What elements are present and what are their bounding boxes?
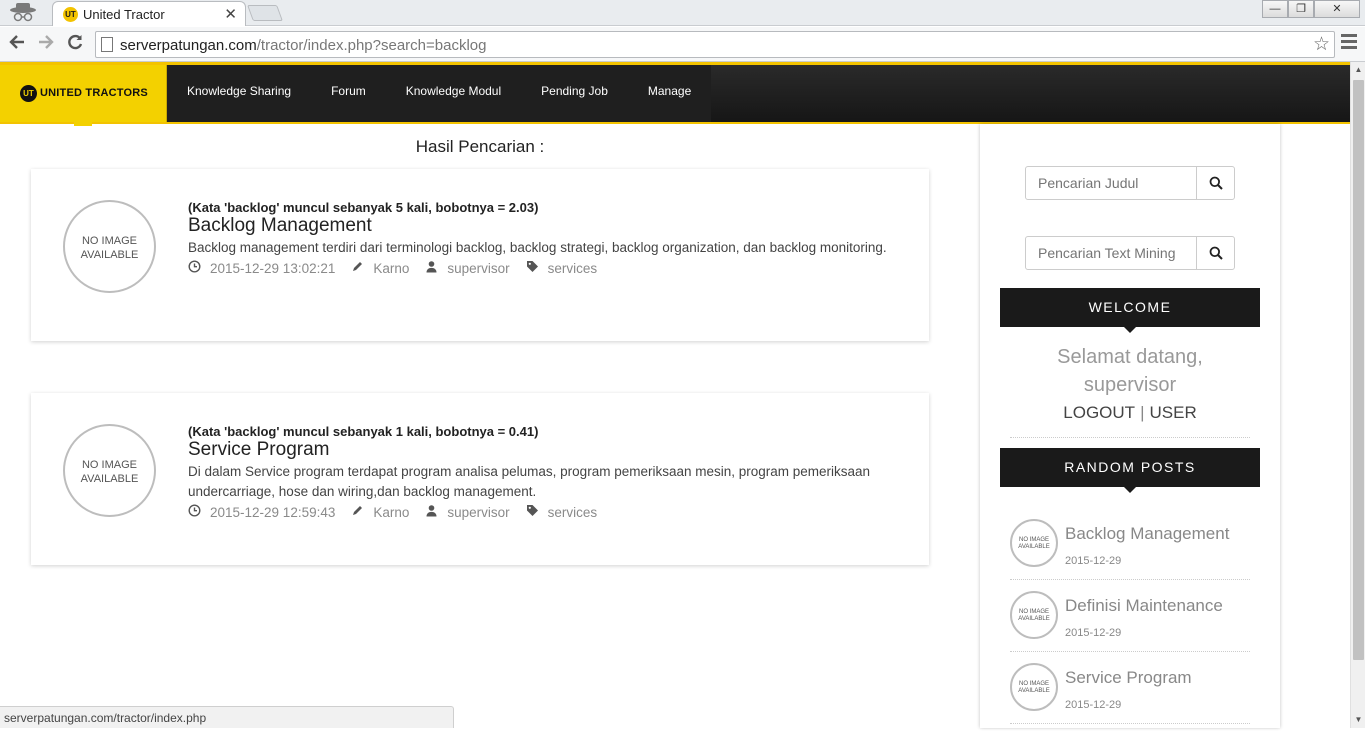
maximize-button[interactable]: ❐ bbox=[1288, 0, 1314, 18]
scroll-up-icon[interactable]: ▲ bbox=[1351, 62, 1365, 78]
no-image-placeholder: NO IMAGE AVAILABLE bbox=[1010, 519, 1058, 567]
nav-item-manage[interactable]: Manage bbox=[628, 65, 711, 122]
search-icon bbox=[1209, 246, 1223, 260]
search-title-box bbox=[1025, 166, 1235, 200]
keyword-weight-note: (Kata 'backlog' muncul sebanyak 1 kali, … bbox=[188, 424, 539, 439]
result-card: NO IMAGE AVAILABLE (Kata 'backlog' muncul… bbox=[31, 169, 929, 341]
result-author: Karno bbox=[373, 504, 410, 520]
incognito-icon bbox=[4, 1, 42, 25]
random-post-title[interactable]: Definisi Maintenance bbox=[1065, 596, 1223, 616]
result-title-link[interactable]: Service Program bbox=[188, 439, 888, 461]
search-text-mining-button[interactable] bbox=[1196, 237, 1234, 269]
scroll-down-icon[interactable]: ▼ bbox=[1351, 712, 1365, 728]
nav-item-knowledge-modul[interactable]: Knowledge Modul bbox=[386, 65, 521, 122]
divider bbox=[1010, 723, 1250, 724]
forward-arrow-icon[interactable] bbox=[35, 33, 57, 55]
result-description: Backlog management terdiri dari terminol… bbox=[188, 240, 887, 255]
result-date: 2015-12-29 12:59:43 bbox=[210, 504, 336, 520]
welcome-widget-title: WELCOME bbox=[1000, 288, 1260, 333]
result-description: Di dalam Service program terdapat progra… bbox=[188, 464, 871, 499]
brand-name: UNITED TRACTORS bbox=[40, 87, 148, 99]
result-category[interactable]: services bbox=[548, 505, 598, 520]
result-category[interactable]: services bbox=[548, 261, 598, 276]
nav-item-forum[interactable]: Forum bbox=[311, 65, 386, 122]
search-icon bbox=[1209, 176, 1223, 190]
no-image-placeholder: NO IMAGE AVAILABLE bbox=[63, 200, 156, 293]
sidebar: WELCOME Selamat datang, supervisor LOGOU… bbox=[980, 124, 1280, 728]
welcome-message: Selamat datang, supervisor bbox=[1057, 346, 1203, 396]
pencil-icon bbox=[351, 260, 364, 276]
scroll-thumb[interactable] bbox=[1353, 80, 1364, 660]
new-tab-button[interactable] bbox=[247, 5, 283, 21]
tag-icon bbox=[526, 504, 539, 520]
random-post-item[interactable]: NO IMAGE AVAILABLE Backlog Management 201… bbox=[1010, 519, 1250, 591]
random-post-date: 2015-12-29 bbox=[1065, 699, 1122, 711]
random-post-title[interactable]: Service Program bbox=[1065, 668, 1192, 688]
logout-link[interactable]: LOGOUT bbox=[1063, 403, 1135, 422]
search-results-heading: Hasil Pencarian : bbox=[415, 137, 545, 156]
browser-tabstrip: UT United Tractor ✕ — ❐ ✕ bbox=[0, 0, 1365, 26]
account-links: LOGOUT | USER bbox=[1063, 403, 1197, 422]
chrome-menu-icon[interactable] bbox=[1341, 34, 1357, 52]
favicon-icon: UT bbox=[63, 7, 78, 22]
random-post-date: 2015-12-29 bbox=[1065, 627, 1122, 639]
search-title-button[interactable] bbox=[1196, 167, 1234, 199]
result-card: NO IMAGE AVAILABLE (Kata 'backlog' muncul… bbox=[31, 393, 929, 565]
user-icon bbox=[425, 504, 438, 520]
address-url[interactable]: serverpatungan.com/tractor/index.php?sea… bbox=[120, 37, 486, 54]
result-role: supervisor bbox=[447, 504, 510, 520]
result-title-link[interactable]: Backlog Management bbox=[188, 215, 888, 237]
divider bbox=[1010, 437, 1250, 438]
site-navbar: UT UNITED TRACTORS Knowledge Sharing For… bbox=[0, 62, 1350, 126]
keyword-weight-note: (Kata 'backlog' muncul sebanyak 5 kali, … bbox=[188, 200, 539, 215]
user-link[interactable]: USER bbox=[1149, 403, 1196, 422]
browser-toolbar: serverpatungan.com/tractor/index.php?sea… bbox=[0, 27, 1365, 62]
tag-icon bbox=[526, 260, 539, 276]
random-post-item[interactable]: NO IMAGE AVAILABLE Definisi Maintenance 2… bbox=[1010, 591, 1250, 663]
random-post-title[interactable]: Backlog Management bbox=[1065, 524, 1229, 544]
result-meta: 2015-12-29 13:02:21 Karno supervisor ser… bbox=[188, 260, 888, 276]
no-image-placeholder: NO IMAGE AVAILABLE bbox=[63, 424, 156, 517]
back-arrow-icon[interactable] bbox=[6, 33, 28, 55]
tab-close-icon[interactable]: ✕ bbox=[224, 5, 237, 23]
nav-menu: Knowledge Sharing Forum Knowledge Modul … bbox=[167, 65, 712, 122]
result-role: supervisor bbox=[447, 260, 510, 276]
tab-title: United Tractor bbox=[83, 7, 165, 22]
no-image-placeholder: NO IMAGE AVAILABLE bbox=[1010, 591, 1058, 639]
random-post-date: 2015-12-29 bbox=[1065, 555, 1122, 567]
close-window-button[interactable]: ✕ bbox=[1314, 0, 1360, 18]
search-text-mining-box bbox=[1025, 236, 1235, 270]
random-post-item[interactable]: NO IMAGE AVAILABLE Service Program 2015-1… bbox=[1010, 663, 1250, 735]
browser-tab[interactable]: UT United Tractor ✕ bbox=[52, 1, 246, 26]
status-bar-url: serverpatungan.com/tractor/index.php bbox=[0, 706, 454, 728]
user-icon bbox=[425, 260, 438, 276]
united-tractors-logo-icon: UT bbox=[20, 85, 37, 102]
result-date: 2015-12-29 13:02:21 bbox=[210, 260, 336, 276]
result-meta: 2015-12-29 12:59:43 Karno supervisor ser… bbox=[188, 504, 888, 520]
reload-icon[interactable] bbox=[64, 33, 86, 55]
search-text-mining-input[interactable] bbox=[1026, 237, 1197, 269]
nav-item-knowledge-sharing[interactable]: Knowledge Sharing bbox=[167, 65, 311, 122]
page-icon bbox=[101, 37, 113, 52]
random-posts-widget-title: RANDOM POSTS bbox=[1000, 448, 1260, 493]
bookmark-star-icon[interactable]: ☆ bbox=[1313, 33, 1330, 56]
clock-icon bbox=[188, 260, 201, 276]
address-bar[interactable]: serverpatungan.com/tractor/index.php?sea… bbox=[95, 31, 1335, 58]
clock-icon bbox=[188, 504, 201, 520]
active-indicator bbox=[74, 122, 92, 126]
search-title-input[interactable] bbox=[1026, 167, 1197, 199]
nav-item-pending-job[interactable]: Pending Job bbox=[521, 65, 628, 122]
divider bbox=[1010, 579, 1250, 580]
no-image-placeholder: NO IMAGE AVAILABLE bbox=[1010, 663, 1058, 711]
brand-logo[interactable]: UT UNITED TRACTORS bbox=[0, 65, 167, 122]
pencil-icon bbox=[351, 504, 364, 520]
minimize-button[interactable]: — bbox=[1262, 0, 1288, 18]
divider bbox=[1010, 651, 1250, 652]
page-scrollbar[interactable]: ▲ ▼ bbox=[1350, 62, 1365, 728]
result-author: Karno bbox=[373, 260, 410, 276]
